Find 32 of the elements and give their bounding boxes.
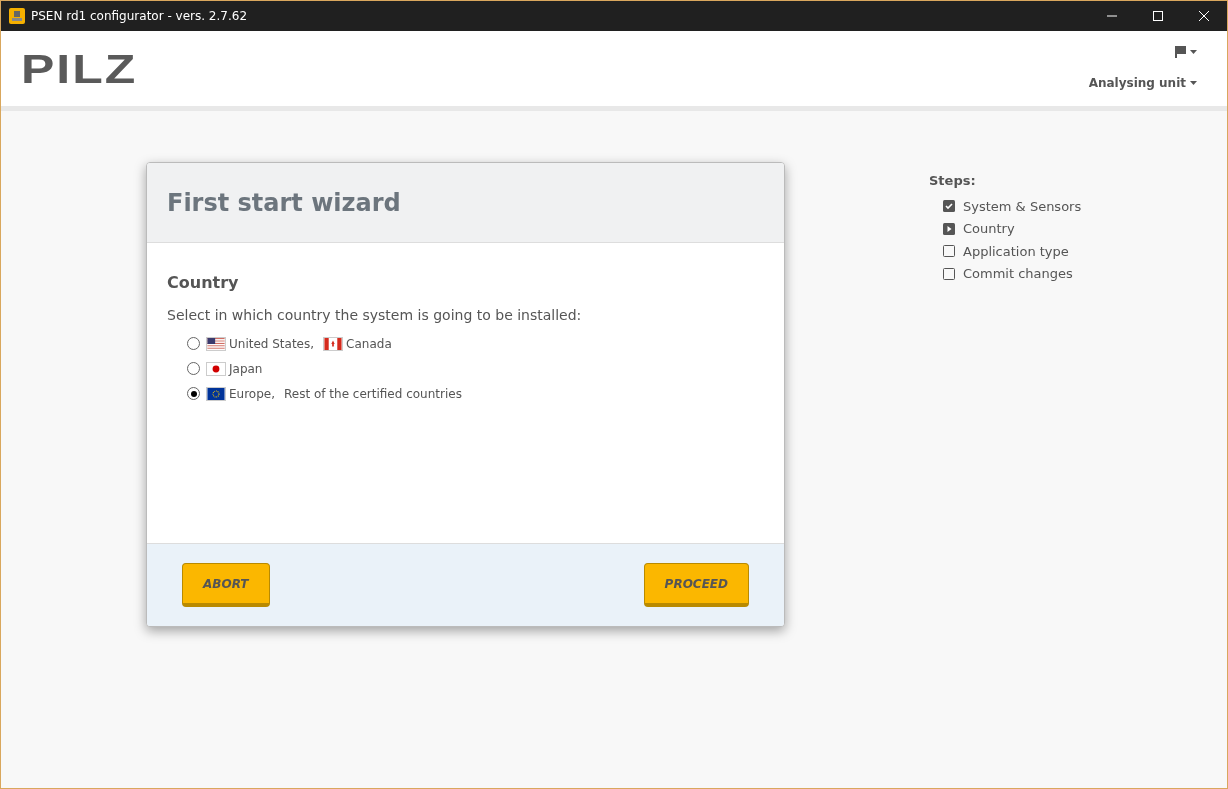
radio-button[interactable] — [187, 387, 200, 400]
option-label: United States, — [229, 335, 315, 353]
option-label: Canada — [346, 335, 392, 353]
app-icon — [9, 8, 25, 24]
caret-icon — [1190, 49, 1197, 54]
flag-icon — [206, 336, 226, 351]
caret-icon — [1190, 81, 1197, 85]
radio-button[interactable] — [187, 337, 200, 350]
step-label: Application type — [963, 242, 1069, 261]
proceed-button[interactable]: PROCEED — [643, 563, 749, 607]
dialog-title: First start wizard — [167, 187, 401, 219]
flag-icon — [206, 386, 226, 401]
step-label: Country — [963, 220, 1015, 238]
analysing-unit-menu[interactable]: Analysing unit — [1088, 74, 1197, 92]
steps-title: Steps: — [929, 172, 977, 190]
flag-icon — [206, 361, 226, 376]
language-menu-button[interactable] — [1174, 45, 1197, 58]
step-label: System & Sensors — [963, 197, 1082, 216]
step-label: Commit changes — [963, 265, 1073, 283]
abort-button[interactable]: ABORT — [182, 563, 270, 607]
radio-button[interactable] — [187, 362, 200, 375]
option-label: Europe, — [229, 385, 275, 403]
prompt-text: Select in which country the system is going to be installed: — [167, 306, 583, 325]
close-icon — [1199, 11, 1209, 21]
flag-icon — [323, 336, 344, 351]
maximize-icon — [1153, 11, 1163, 21]
logo: PILZ — [21, 48, 138, 89]
flag-icon — [1174, 45, 1187, 58]
option-label: Japan — [229, 360, 263, 378]
section-heading: Country — [167, 272, 240, 294]
option-label: Rest of the certified countries — [284, 385, 462, 403]
window-title: PSEN rd1 configurator - vers. 2.7.62 — [31, 8, 248, 25]
